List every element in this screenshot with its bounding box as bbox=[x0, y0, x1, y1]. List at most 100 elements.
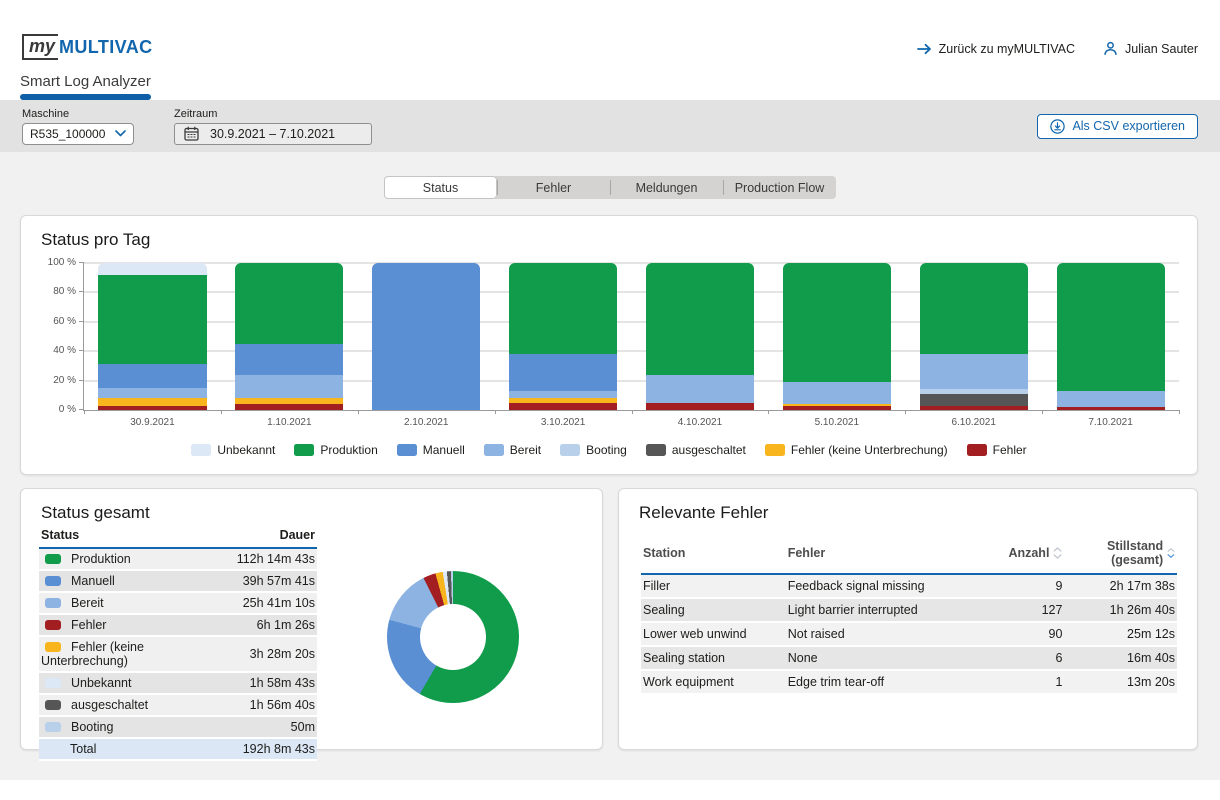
x-axis-tick bbox=[768, 410, 769, 414]
x-axis-label: 4.10.2021 bbox=[632, 417, 769, 428]
bar-segment-ausgeschaltet bbox=[920, 394, 1028, 406]
error-cell: None bbox=[786, 646, 990, 670]
status-swatch bbox=[45, 554, 61, 564]
legend-label: Booting bbox=[586, 443, 627, 457]
error-cell: Sealing bbox=[641, 598, 786, 622]
status-row-ausgeschaltet: ausgeschaltet 1h 56m 40s bbox=[39, 694, 317, 716]
legend-swatch bbox=[560, 444, 580, 456]
bar-segment-fehler bbox=[920, 406, 1028, 410]
legend-label: Fehler bbox=[993, 443, 1027, 457]
column-header-fehler: Fehler bbox=[786, 533, 990, 574]
status-per-day-card: Status pro Tag 0 %20 %40 %60 %80 %100 % … bbox=[20, 215, 1198, 475]
tab-fehler[interactable]: Fehler bbox=[497, 176, 610, 199]
x-axis-label: 3.10.2021 bbox=[495, 417, 632, 428]
error-cell: Sealing station bbox=[641, 646, 786, 670]
status-duration: 1h 56m 40s bbox=[235, 694, 317, 716]
export-csv-label: Als CSV exportieren bbox=[1072, 119, 1185, 133]
bar-segment-bereit bbox=[920, 354, 1028, 389]
legend-swatch bbox=[484, 444, 504, 456]
legend-swatch bbox=[191, 444, 211, 456]
y-axis-label: 40 % bbox=[30, 345, 76, 356]
status-label: Booting bbox=[71, 720, 113, 734]
bar-segment-produktion bbox=[235, 263, 343, 344]
x-axis-tick bbox=[495, 410, 496, 414]
bar-slot bbox=[905, 263, 1042, 410]
bar-segment-bereit bbox=[235, 375, 343, 399]
tab-production-flow[interactable]: Production Flow bbox=[723, 176, 836, 199]
x-axis-tick bbox=[632, 410, 633, 414]
column-header-anzahl[interactable]: Anzahl bbox=[989, 533, 1064, 574]
machine-select[interactable]: R535_100000 bbox=[22, 123, 134, 145]
status-duration: 1h 58m 43s bbox=[235, 672, 317, 694]
status-total-table: Status Dauer Produktion112h 14m 43sManue… bbox=[39, 523, 317, 761]
bar-slot bbox=[632, 263, 769, 410]
error-cell: Filler bbox=[641, 574, 786, 598]
status-total-card: Status gesamt Status Dauer Produktion112… bbox=[20, 488, 603, 750]
bar-segment-unbekannt bbox=[98, 263, 206, 275]
status-row-produktion: Produktion112h 14m 43s bbox=[39, 548, 317, 570]
status-swatch bbox=[45, 620, 61, 630]
x-axis-tick bbox=[1042, 410, 1043, 414]
status-row-fehler_ku: Fehler (keine Unterbrechung)3h 28m 20s bbox=[39, 636, 317, 672]
app-tab-smart-log-analyzer[interactable]: Smart Log Analyzer bbox=[20, 73, 151, 100]
stacked-bar-6-10-2021 bbox=[920, 263, 1028, 410]
status-donut-chart bbox=[387, 571, 519, 703]
user-menu[interactable]: Julian Sauter bbox=[1103, 41, 1198, 56]
status-row-bereit: Bereit25h 41m 10s bbox=[39, 592, 317, 614]
app-header: my MULTIVAC Zurück zu myMULTIVAC Julian … bbox=[0, 0, 1220, 100]
status-label: Unbekannt bbox=[71, 676, 131, 690]
legend-label: ausgeschaltet bbox=[672, 443, 746, 457]
bar-slot bbox=[768, 263, 905, 410]
bar-segment-bereit bbox=[509, 391, 617, 398]
machine-field: Maschine R535_100000 bbox=[22, 108, 134, 145]
bar-segment-fehler bbox=[646, 403, 754, 410]
bar-segment-produktion bbox=[920, 263, 1028, 354]
status-label: Manuell bbox=[71, 574, 115, 588]
x-axis-label: 6.10.2021 bbox=[905, 417, 1042, 428]
status-total-title: Status gesamt bbox=[41, 503, 150, 523]
tab-status[interactable]: Status bbox=[384, 176, 497, 199]
column-label: Anzahl bbox=[1008, 546, 1049, 560]
status-duration: 50m bbox=[235, 716, 317, 738]
status-row-fehler: Fehler6h 1m 26s bbox=[39, 614, 317, 636]
status-duration: 25h 41m 10s bbox=[235, 592, 317, 614]
error-row-sealing-station: Sealing stationNone616m 40s bbox=[641, 646, 1177, 670]
legend-item-booting: Booting bbox=[560, 443, 627, 457]
filter-toolbar: Maschine R535_100000 Zeitraum 30.9.2021 … bbox=[0, 100, 1220, 152]
main-content: StatusFehlerMeldungenProduction Flow Sta… bbox=[0, 152, 1220, 780]
error-cell: 2h 17m 38s bbox=[1064, 574, 1177, 598]
bar-segment-produktion bbox=[1057, 263, 1165, 391]
status-swatch bbox=[45, 678, 61, 688]
user-icon bbox=[1103, 41, 1118, 56]
stacked-bar-2-10-2021 bbox=[372, 263, 480, 410]
status-swatch bbox=[45, 722, 61, 732]
status-per-day-chart: 0 %20 %40 %60 %80 %100 % 30.9.20211.10.2… bbox=[83, 263, 1179, 411]
x-axis-tick bbox=[905, 410, 906, 414]
tab-meldungen[interactable]: Meldungen bbox=[610, 176, 723, 199]
legend-item-fehler_ku: Fehler (keine Unterbrechung) bbox=[765, 443, 948, 457]
bar-slot bbox=[221, 263, 358, 410]
export-csv-button[interactable]: Als CSV exportieren bbox=[1037, 114, 1198, 139]
error-cell: 127 bbox=[989, 598, 1064, 622]
status-label: ausgeschaltet bbox=[71, 698, 148, 712]
calendar-icon bbox=[184, 126, 199, 141]
column-header-stillstand-gesamt[interactable]: Stillstand (gesamt) bbox=[1064, 533, 1177, 574]
y-axis-label: 60 % bbox=[30, 316, 76, 327]
bar-segment-manuell bbox=[372, 263, 480, 410]
status-row-manuell: Manuell39h 57m 41s bbox=[39, 570, 317, 592]
bar-segment-manuell bbox=[235, 344, 343, 375]
y-axis-label: 0 % bbox=[30, 404, 76, 415]
legend-item-ausgeschaltet: ausgeschaltet bbox=[646, 443, 746, 457]
status-row-unbekannt: Unbekannt 1h 58m 43s bbox=[39, 672, 317, 694]
user-name: Julian Sauter bbox=[1125, 42, 1198, 56]
back-to-mymultivac-link[interactable]: Zurück zu myMULTIVAC bbox=[917, 42, 1075, 56]
bar-segment-fehler bbox=[509, 403, 617, 410]
arrow-right-icon bbox=[917, 43, 932, 55]
total-duration: 192h 8m 43s bbox=[235, 738, 317, 760]
error-cell: Light barrier interrupted bbox=[786, 598, 990, 622]
bar-segment-manuell bbox=[98, 364, 206, 388]
status-duration: 112h 14m 43s bbox=[235, 548, 317, 570]
status-column-header: Status bbox=[39, 523, 235, 548]
period-datepicker[interactable]: 30.9.2021 – 7.10.2021 bbox=[174, 123, 372, 145]
error-cell: 25m 12s bbox=[1064, 622, 1177, 646]
